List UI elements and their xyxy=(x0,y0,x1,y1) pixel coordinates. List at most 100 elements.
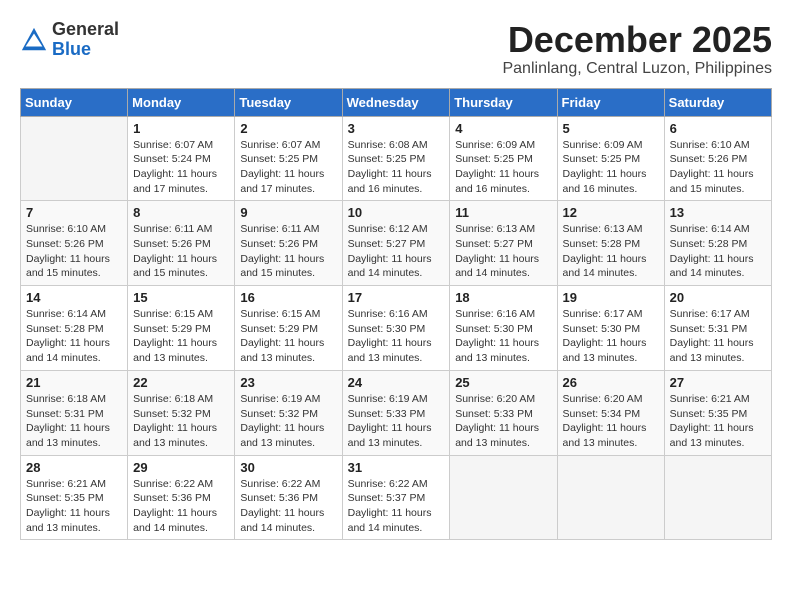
day-number: 17 xyxy=(348,290,445,305)
calendar-week-row: 7 Sunrise: 6:10 AMSunset: 5:26 PMDayligh… xyxy=(21,201,772,286)
day-info: Sunrise: 6:10 AMSunset: 5:26 PMDaylight:… xyxy=(26,222,122,281)
day-number: 28 xyxy=(26,460,122,475)
day-number: 26 xyxy=(563,375,659,390)
calendar-cell: 30 Sunrise: 6:22 AMSunset: 5:36 PMDaylig… xyxy=(235,455,342,540)
day-number: 2 xyxy=(240,121,336,136)
day-info: Sunrise: 6:14 AMSunset: 5:28 PMDaylight:… xyxy=(26,307,122,366)
day-info: Sunrise: 6:16 AMSunset: 5:30 PMDaylight:… xyxy=(348,307,445,366)
day-info: Sunrise: 6:15 AMSunset: 5:29 PMDaylight:… xyxy=(240,307,336,366)
day-number: 14 xyxy=(26,290,122,305)
day-info: Sunrise: 6:07 AMSunset: 5:24 PMDaylight:… xyxy=(133,138,229,197)
calendar-cell: 11 Sunrise: 6:13 AMSunset: 5:27 PMDaylig… xyxy=(450,201,557,286)
day-number: 24 xyxy=(348,375,445,390)
day-info: Sunrise: 6:09 AMSunset: 5:25 PMDaylight:… xyxy=(455,138,551,197)
weekday-header: Thursday xyxy=(450,88,557,116)
calendar-cell: 1 Sunrise: 6:07 AMSunset: 5:24 PMDayligh… xyxy=(128,116,235,201)
day-info: Sunrise: 6:18 AMSunset: 5:32 PMDaylight:… xyxy=(133,392,229,451)
logo-general-text: General xyxy=(52,19,119,39)
weekday-header: Sunday xyxy=(21,88,128,116)
calendar-cell: 20 Sunrise: 6:17 AMSunset: 5:31 PMDaylig… xyxy=(664,286,771,371)
day-info: Sunrise: 6:09 AMSunset: 5:25 PMDaylight:… xyxy=(563,138,659,197)
day-info: Sunrise: 6:17 AMSunset: 5:31 PMDaylight:… xyxy=(670,307,766,366)
day-info: Sunrise: 6:14 AMSunset: 5:28 PMDaylight:… xyxy=(670,222,766,281)
day-info: Sunrise: 6:22 AMSunset: 5:36 PMDaylight:… xyxy=(240,477,336,536)
day-info: Sunrise: 6:12 AMSunset: 5:27 PMDaylight:… xyxy=(348,222,445,281)
calendar-cell: 26 Sunrise: 6:20 AMSunset: 5:34 PMDaylig… xyxy=(557,370,664,455)
day-number: 15 xyxy=(133,290,229,305)
day-number: 22 xyxy=(133,375,229,390)
day-info: Sunrise: 6:11 AMSunset: 5:26 PMDaylight:… xyxy=(133,222,229,281)
calendar-cell xyxy=(557,455,664,540)
day-number: 19 xyxy=(563,290,659,305)
calendar-cell: 19 Sunrise: 6:17 AMSunset: 5:30 PMDaylig… xyxy=(557,286,664,371)
day-info: Sunrise: 6:20 AMSunset: 5:34 PMDaylight:… xyxy=(563,392,659,451)
day-info: Sunrise: 6:20 AMSunset: 5:33 PMDaylight:… xyxy=(455,392,551,451)
location-title: Panlinlang, Central Luzon, Philippines xyxy=(502,60,772,78)
weekday-header: Monday xyxy=(128,88,235,116)
day-number: 9 xyxy=(240,205,336,220)
weekday-header-row: SundayMondayTuesdayWednesdayThursdayFrid… xyxy=(21,88,772,116)
month-title: December 2025 xyxy=(502,20,772,60)
day-number: 16 xyxy=(240,290,336,305)
calendar-cell: 17 Sunrise: 6:16 AMSunset: 5:30 PMDaylig… xyxy=(342,286,450,371)
calendar-cell xyxy=(450,455,557,540)
title-section: December 2025 Panlinlang, Central Luzon,… xyxy=(502,20,772,78)
day-number: 31 xyxy=(348,460,445,475)
day-info: Sunrise: 6:17 AMSunset: 5:30 PMDaylight:… xyxy=(563,307,659,366)
logo-icon xyxy=(20,26,48,54)
calendar-cell: 12 Sunrise: 6:13 AMSunset: 5:28 PMDaylig… xyxy=(557,201,664,286)
calendar-cell: 23 Sunrise: 6:19 AMSunset: 5:32 PMDaylig… xyxy=(235,370,342,455)
day-number: 23 xyxy=(240,375,336,390)
calendar-cell: 6 Sunrise: 6:10 AMSunset: 5:26 PMDayligh… xyxy=(664,116,771,201)
calendar-cell xyxy=(21,116,128,201)
day-info: Sunrise: 6:21 AMSunset: 5:35 PMDaylight:… xyxy=(26,477,122,536)
day-number: 27 xyxy=(670,375,766,390)
day-info: Sunrise: 6:16 AMSunset: 5:30 PMDaylight:… xyxy=(455,307,551,366)
logo: General Blue xyxy=(20,20,119,60)
calendar-cell: 2 Sunrise: 6:07 AMSunset: 5:25 PMDayligh… xyxy=(235,116,342,201)
day-info: Sunrise: 6:13 AMSunset: 5:28 PMDaylight:… xyxy=(563,222,659,281)
calendar-week-row: 21 Sunrise: 6:18 AMSunset: 5:31 PMDaylig… xyxy=(21,370,772,455)
calendar-cell: 8 Sunrise: 6:11 AMSunset: 5:26 PMDayligh… xyxy=(128,201,235,286)
day-info: Sunrise: 6:15 AMSunset: 5:29 PMDaylight:… xyxy=(133,307,229,366)
day-number: 13 xyxy=(670,205,766,220)
day-number: 4 xyxy=(455,121,551,136)
calendar-week-row: 14 Sunrise: 6:14 AMSunset: 5:28 PMDaylig… xyxy=(21,286,772,371)
weekday-header: Friday xyxy=(557,88,664,116)
day-number: 18 xyxy=(455,290,551,305)
calendar-cell: 7 Sunrise: 6:10 AMSunset: 5:26 PMDayligh… xyxy=(21,201,128,286)
calendar-cell: 4 Sunrise: 6:09 AMSunset: 5:25 PMDayligh… xyxy=(450,116,557,201)
calendar-cell: 21 Sunrise: 6:18 AMSunset: 5:31 PMDaylig… xyxy=(21,370,128,455)
day-number: 8 xyxy=(133,205,229,220)
day-number: 21 xyxy=(26,375,122,390)
day-number: 3 xyxy=(348,121,445,136)
weekday-header: Tuesday xyxy=(235,88,342,116)
calendar-cell xyxy=(664,455,771,540)
day-info: Sunrise: 6:11 AMSunset: 5:26 PMDaylight:… xyxy=(240,222,336,281)
calendar-cell: 15 Sunrise: 6:15 AMSunset: 5:29 PMDaylig… xyxy=(128,286,235,371)
page-header: General Blue December 2025 Panlinlang, C… xyxy=(20,20,772,78)
day-info: Sunrise: 6:19 AMSunset: 5:32 PMDaylight:… xyxy=(240,392,336,451)
day-number: 10 xyxy=(348,205,445,220)
day-info: Sunrise: 6:22 AMSunset: 5:36 PMDaylight:… xyxy=(133,477,229,536)
calendar-cell: 31 Sunrise: 6:22 AMSunset: 5:37 PMDaylig… xyxy=(342,455,450,540)
weekday-header: Saturday xyxy=(664,88,771,116)
calendar-cell: 14 Sunrise: 6:14 AMSunset: 5:28 PMDaylig… xyxy=(21,286,128,371)
calendar-cell: 10 Sunrise: 6:12 AMSunset: 5:27 PMDaylig… xyxy=(342,201,450,286)
day-number: 25 xyxy=(455,375,551,390)
calendar-cell: 16 Sunrise: 6:15 AMSunset: 5:29 PMDaylig… xyxy=(235,286,342,371)
day-info: Sunrise: 6:19 AMSunset: 5:33 PMDaylight:… xyxy=(348,392,445,451)
day-info: Sunrise: 6:18 AMSunset: 5:31 PMDaylight:… xyxy=(26,392,122,451)
day-number: 6 xyxy=(670,121,766,136)
calendar-week-row: 1 Sunrise: 6:07 AMSunset: 5:24 PMDayligh… xyxy=(21,116,772,201)
day-number: 7 xyxy=(26,205,122,220)
day-info: Sunrise: 6:21 AMSunset: 5:35 PMDaylight:… xyxy=(670,392,766,451)
calendar-week-row: 28 Sunrise: 6:21 AMSunset: 5:35 PMDaylig… xyxy=(21,455,772,540)
calendar-cell: 25 Sunrise: 6:20 AMSunset: 5:33 PMDaylig… xyxy=(450,370,557,455)
calendar-cell: 27 Sunrise: 6:21 AMSunset: 5:35 PMDaylig… xyxy=(664,370,771,455)
calendar-cell: 9 Sunrise: 6:11 AMSunset: 5:26 PMDayligh… xyxy=(235,201,342,286)
day-number: 1 xyxy=(133,121,229,136)
calendar-table: SundayMondayTuesdayWednesdayThursdayFrid… xyxy=(20,88,772,541)
day-info: Sunrise: 6:07 AMSunset: 5:25 PMDaylight:… xyxy=(240,138,336,197)
logo-blue-text: Blue xyxy=(52,39,91,59)
